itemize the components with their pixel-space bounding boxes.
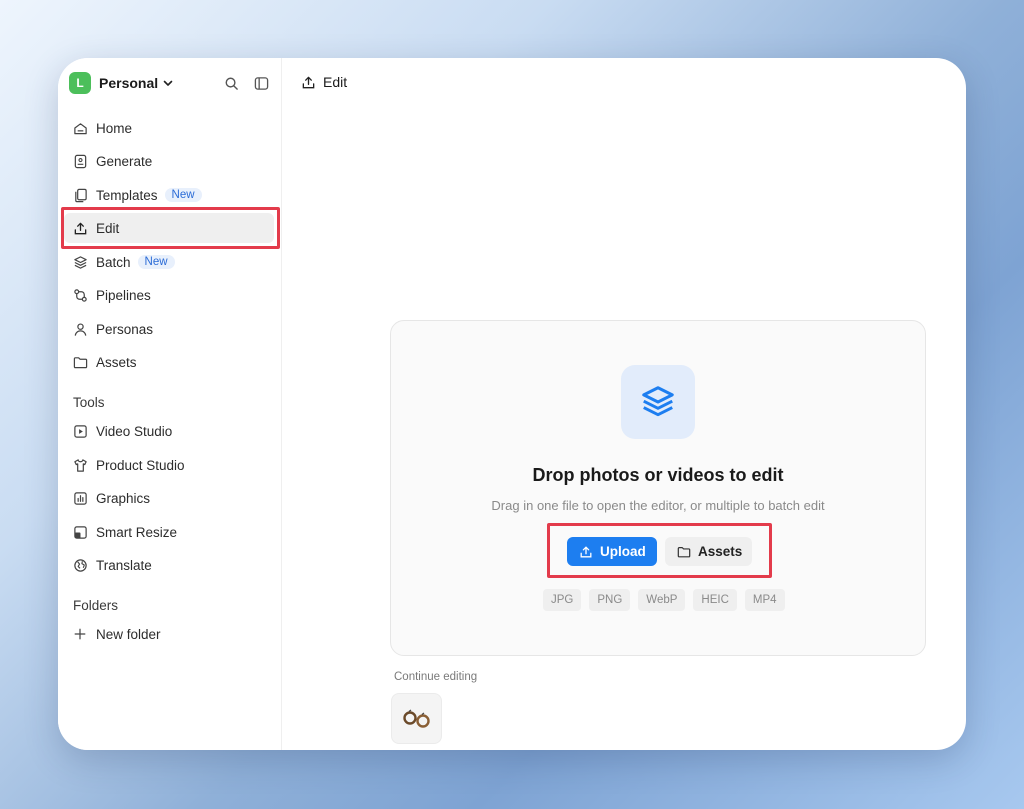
workspace-switcher: L Personal <box>69 72 269 94</box>
file-type-chip: HEIC <box>693 589 737 611</box>
sidebar-item-home[interactable]: Home <box>64 113 274 143</box>
workspace-name[interactable]: Personal <box>99 75 158 91</box>
drop-zone-subtitle: Drag in one file to open the editor, or … <box>491 498 825 513</box>
sidebar-toggle-icon[interactable] <box>253 75 269 91</box>
sidebar-item-graphics[interactable]: Graphics <box>64 483 274 513</box>
sidebar-item-personas[interactable]: Personas <box>64 314 274 344</box>
sidebar-item-smart-resize[interactable]: Smart Resize <box>64 517 274 547</box>
new-folder-button[interactable]: New folder <box>64 619 274 649</box>
folder-icon <box>72 354 88 370</box>
globe-icon <box>72 557 88 573</box>
folders-section-label: Folders <box>73 598 119 613</box>
play-icon <box>72 423 88 439</box>
app-window: L Personal Home Generate Templates New E… <box>58 58 966 750</box>
workspace-avatar[interactable]: L <box>69 72 91 94</box>
sidebar-item-generate[interactable]: Generate <box>64 146 274 176</box>
upload-button-label: Upload <box>600 544 646 559</box>
sidebar-item-label: Generate <box>96 153 153 169</box>
sidebar-item-label: Home <box>96 120 133 136</box>
page-header: Edit <box>300 74 347 90</box>
upload-icon <box>300 74 316 90</box>
sidebar-item-label: Product Studio <box>96 457 185 473</box>
new-badge: New <box>164 188 202 202</box>
drop-zone-actions: Upload Assets <box>567 537 752 566</box>
continue-editing-label: Continue editing <box>394 671 478 683</box>
shirt-icon <box>72 457 88 473</box>
layers-icon <box>72 254 88 270</box>
upload-icon <box>579 544 593 560</box>
assets-button[interactable]: Assets <box>665 537 752 566</box>
file-type-chip: PNG <box>589 589 631 611</box>
search-icon[interactable] <box>223 75 239 91</box>
sidebar: L Personal Home Generate Templates New E… <box>58 58 282 750</box>
sidebar-item-translate[interactable]: Translate <box>64 550 274 580</box>
resize-icon <box>72 524 88 540</box>
sidebar-item-assets[interactable]: Assets <box>64 347 274 377</box>
pipeline-icon <box>72 287 88 303</box>
sidebar-item-video-studio[interactable]: Video Studio <box>64 416 274 446</box>
file-type-chip: JPG <box>543 589 582 611</box>
sidebar-item-label: Edit <box>96 220 120 236</box>
sidebar-item-edit[interactable]: Edit <box>64 213 274 243</box>
sidebar-item-label: Smart Resize <box>96 524 178 540</box>
sidebar-item-label: Assets <box>96 354 137 370</box>
bar-chart-icon <box>72 490 88 506</box>
sidebar-item-label: Pipelines <box>96 287 151 303</box>
sidebar-item-batch[interactable]: Batch New <box>64 247 274 277</box>
new-badge: New <box>137 255 175 269</box>
chevron-down-icon[interactable] <box>162 77 174 89</box>
page-title: Edit <box>323 74 348 90</box>
sidebar-item-label: Translate <box>96 557 152 573</box>
recent-edit-thumbnail[interactable] <box>391 693 442 744</box>
sidebar-item-label: Graphics <box>96 490 151 506</box>
assets-button-label: Assets <box>698 544 743 559</box>
sidebar-item-label: Personas <box>96 321 154 337</box>
sidebar-item-label: Templates <box>96 187 158 203</box>
file-type-chip: MP4 <box>744 589 785 611</box>
sidebar-item-label: New folder <box>96 626 161 642</box>
folder-icon <box>677 544 691 560</box>
tools-section-label: Tools <box>73 395 105 410</box>
copy-icon <box>72 187 88 203</box>
image-frame-icon <box>72 153 88 169</box>
sidebar-item-templates[interactable]: Templates New <box>64 180 274 210</box>
home-icon <box>72 120 88 136</box>
person-icon <box>72 321 88 337</box>
drop-zone[interactable]: Drop photos or videos to edit Drag in on… <box>390 320 926 656</box>
sidebar-item-label: Batch <box>96 254 131 270</box>
file-type-chip: WebP <box>638 589 686 611</box>
file-type-list: JPG PNG WebP HEIC MP4 <box>543 589 785 611</box>
sidebar-item-product-studio[interactable]: Product Studio <box>64 450 274 480</box>
upload-icon <box>72 220 88 236</box>
sidebar-item-pipelines[interactable]: Pipelines <box>64 280 274 310</box>
layers-icon <box>621 365 695 439</box>
upload-button[interactable]: Upload <box>567 537 657 566</box>
main-content: Edit Drop photos or videos to edit Drag … <box>283 58 966 750</box>
sidebar-item-label: Video Studio <box>96 423 173 439</box>
plus-icon <box>72 626 88 642</box>
drop-zone-title: Drop photos or videos to edit <box>532 465 784 485</box>
